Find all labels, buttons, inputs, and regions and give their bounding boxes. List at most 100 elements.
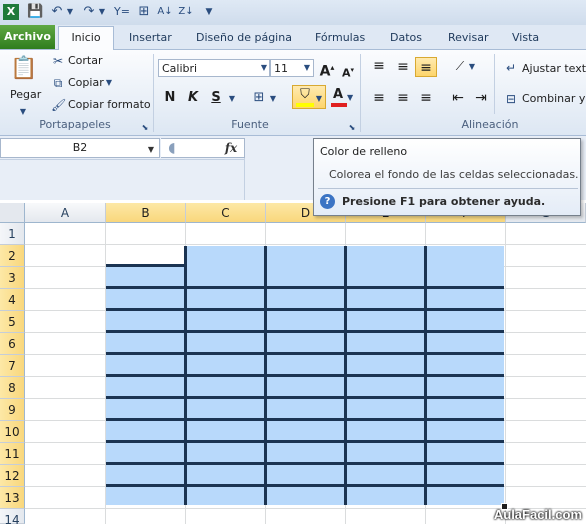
row-header-9[interactable]: 9 bbox=[0, 399, 25, 421]
cell-border bbox=[264, 246, 267, 505]
column-header-a[interactable]: A bbox=[25, 203, 106, 223]
row-header-11[interactable]: 11 bbox=[0, 443, 25, 465]
cell-border bbox=[106, 374, 504, 377]
row-header-5[interactable]: 5 bbox=[0, 311, 25, 333]
clipboard-group-label: Portapapeles bbox=[39, 118, 111, 131]
font-color-letter: A bbox=[332, 87, 344, 102]
select-all-corner[interactable] bbox=[0, 203, 25, 223]
column-header-c[interactable]: C bbox=[186, 203, 266, 223]
scissors-icon[interactable]: ✂ bbox=[51, 53, 65, 69]
font-name-box[interactable]: Calibri bbox=[158, 59, 270, 77]
shrink-font-icon[interactable]: A▾ bbox=[340, 62, 356, 82]
format-painter-icon[interactable]: 🖌 bbox=[51, 97, 66, 113]
save-icon[interactable]: 💾 bbox=[27, 4, 43, 20]
align-top-icon[interactable]: ≡ bbox=[371, 58, 387, 74]
tooltip-description: Colorea el fondo de las celdas seleccion… bbox=[329, 168, 579, 181]
tab-review[interactable]: Revisar bbox=[448, 29, 488, 47]
tab-file[interactable]: Archivo bbox=[0, 25, 55, 49]
cell-border bbox=[424, 246, 427, 505]
redo-dropdown-icon[interactable]: ▼ bbox=[98, 4, 106, 20]
sort-asc-icon[interactable]: A↓ bbox=[157, 4, 173, 20]
row-header-12[interactable]: 12 bbox=[0, 465, 25, 487]
redo-icon[interactable]: ↷ bbox=[82, 4, 96, 20]
row-header-2[interactable]: 2 bbox=[0, 245, 25, 267]
font-size-dropdown-icon[interactable]: ▼ bbox=[302, 60, 312, 76]
paste-icon[interactable]: 📋 bbox=[10, 54, 38, 84]
insert-function-icon[interactable]: fx bbox=[221, 140, 241, 156]
row-header-7[interactable]: 7 bbox=[0, 355, 25, 377]
spreadsheet-grid[interactable]: A B C D E F G 1 2 3 4 5 6 7 8 9 10 11 12… bbox=[0, 203, 586, 527]
tab-insert[interactable]: Insertar bbox=[129, 29, 172, 47]
excel-icon: X bbox=[3, 4, 19, 20]
help-icon: ? bbox=[320, 194, 335, 209]
tab-data[interactable]: Datos bbox=[390, 29, 422, 47]
align-bottom-button[interactable]: ≡ bbox=[415, 57, 437, 77]
undo-dropdown-icon[interactable]: ▼ bbox=[66, 4, 74, 20]
decrease-indent-icon[interactable]: ⇤ bbox=[450, 90, 466, 106]
column-header-b[interactable]: B bbox=[106, 203, 186, 223]
fill-color-button[interactable]: ⛉ ▼ bbox=[292, 85, 326, 109]
underline-dropdown-icon[interactable]: ▼ bbox=[227, 91, 237, 107]
orientation-dropdown-icon[interactable]: ▼ bbox=[468, 59, 476, 75]
row-header-14[interactable]: 14 bbox=[0, 509, 25, 527]
row-header-6[interactable]: 6 bbox=[0, 333, 25, 355]
filter-icon[interactable]: Y= bbox=[114, 4, 130, 20]
align-middle-icon[interactable]: ≡ bbox=[395, 59, 411, 75]
row-header-1[interactable]: 1 bbox=[0, 223, 25, 245]
align-bottom-icon: ≡ bbox=[420, 60, 432, 76]
tab-home[interactable]: Inicio bbox=[58, 26, 114, 51]
tab-view[interactable]: Vista bbox=[512, 29, 539, 47]
cell-border bbox=[106, 418, 504, 421]
copy-icon[interactable]: ⧉ bbox=[51, 75, 65, 91]
borders-dropdown-icon[interactable]: ▼ bbox=[268, 91, 278, 107]
tab-formulas[interactable]: Fórmulas bbox=[315, 29, 365, 47]
undo-icon[interactable]: ↶ bbox=[50, 4, 64, 20]
name-box[interactable]: B2 bbox=[0, 138, 160, 158]
tab-page-layout[interactable]: Diseño de página bbox=[196, 29, 292, 47]
wrap-text-icon[interactable]: ↵ bbox=[503, 60, 519, 76]
cell-border bbox=[106, 462, 504, 465]
align-right-icon[interactable]: ≡ bbox=[418, 90, 434, 106]
row-header-3[interactable]: 3 bbox=[0, 267, 25, 289]
sort-desc-icon[interactable]: Z↓ bbox=[178, 4, 194, 20]
borders-icon[interactable]: ⊞ bbox=[136, 4, 152, 20]
grow-font-icon[interactable]: A▴ bbox=[318, 60, 336, 80]
wrap-text-button[interactable]: Ajustar texto bbox=[522, 62, 586, 75]
active-cell-b2[interactable] bbox=[106, 246, 185, 265]
font-color-button[interactable]: A ▼ bbox=[330, 87, 353, 109]
underline-button[interactable]: S bbox=[209, 90, 223, 106]
fill-color-tooltip: Color de relleno Colorea el fondo de las… bbox=[313, 138, 581, 216]
increase-indent-icon[interactable]: ⇥ bbox=[473, 90, 489, 106]
name-box-dropdown-icon[interactable]: ▼ bbox=[146, 142, 156, 158]
row-header-8[interactable]: 8 bbox=[0, 377, 25, 399]
row-header-4[interactable]: 4 bbox=[0, 289, 25, 311]
quick-access-toolbar: X 💾 ↶ ▼ ↷ ▼ Y= ⊞ A↓ Z↓ ▼ bbox=[0, 0, 586, 25]
font-group-label: Fuente bbox=[231, 118, 269, 131]
format-painter-button[interactable]: Copiar formato bbox=[68, 98, 151, 111]
align-left-icon[interactable]: ≡ bbox=[371, 90, 387, 106]
cut-button[interactable]: Cortar bbox=[68, 54, 103, 67]
paste-button[interactable]: Pegar bbox=[10, 88, 41, 101]
bold-button[interactable]: N bbox=[163, 90, 177, 106]
cell-border bbox=[106, 286, 504, 289]
copy-button[interactable]: Copiar bbox=[68, 76, 104, 89]
cancel-formula-icon[interactable]: ◖ bbox=[163, 140, 181, 156]
merge-center-button[interactable]: Combinar y c bbox=[522, 92, 586, 105]
cell-border bbox=[106, 396, 504, 399]
customize-icon[interactable]: ▼ bbox=[204, 4, 214, 20]
tooltip-help: Presione F1 para obtener ayuda. bbox=[342, 195, 546, 208]
font-name-dropdown-icon[interactable]: ▼ bbox=[259, 60, 269, 76]
copy-dropdown-icon[interactable]: ▼ bbox=[104, 75, 114, 91]
cell-border bbox=[106, 308, 504, 311]
clipboard-launcher-icon[interactable]: ⬊ bbox=[140, 120, 150, 136]
font-name-value: Calibri bbox=[162, 62, 198, 75]
orientation-icon[interactable]: ⟋ bbox=[450, 58, 470, 74]
font-launcher-icon[interactable]: ⬊ bbox=[347, 120, 357, 136]
row-header-13[interactable]: 13 bbox=[0, 487, 25, 509]
italic-button[interactable]: K bbox=[186, 90, 200, 106]
merge-center-icon[interactable]: ⊟ bbox=[503, 91, 519, 107]
row-header-10[interactable]: 10 bbox=[0, 421, 25, 443]
borders-button-icon[interactable]: ⊞ bbox=[251, 90, 267, 106]
group-separator bbox=[153, 54, 154, 132]
align-center-icon[interactable]: ≡ bbox=[395, 90, 411, 106]
